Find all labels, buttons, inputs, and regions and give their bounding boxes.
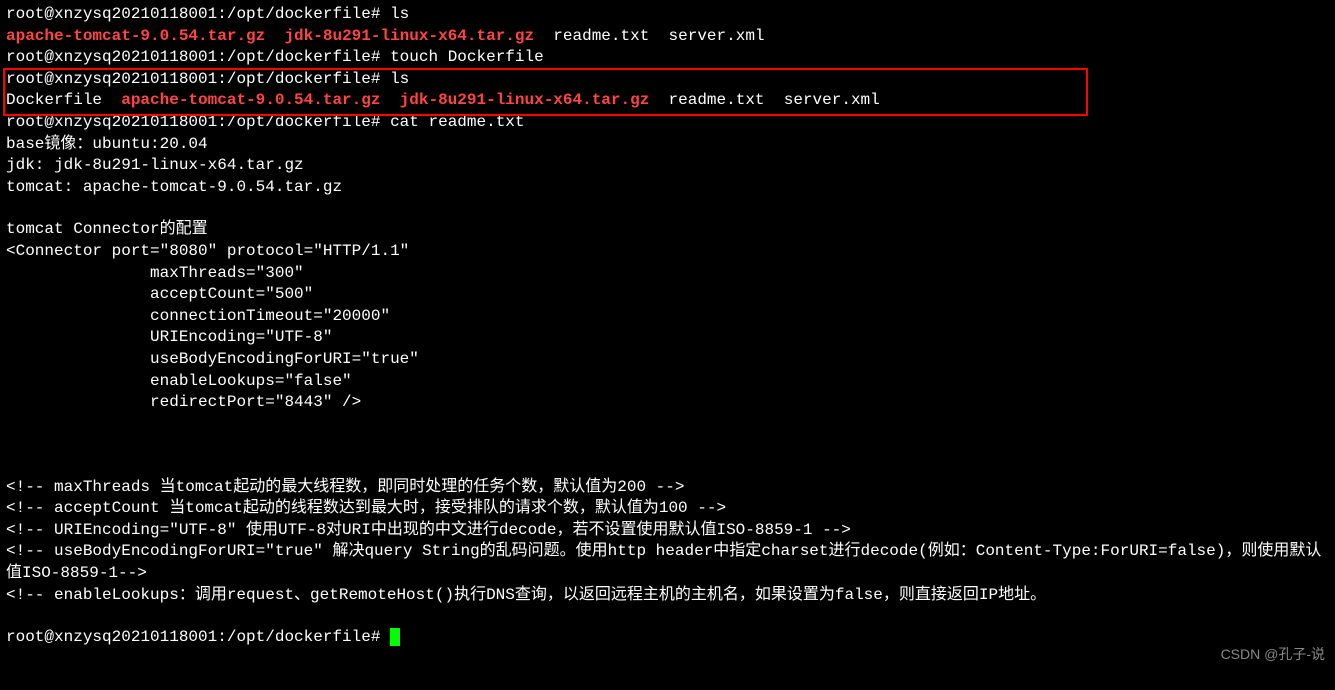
blank-line (6, 198, 1329, 219)
ls-output-2: Dockerfile apache-tomcat-9.0.54.tar.gz j… (6, 90, 1329, 112)
cursor-icon (390, 628, 400, 646)
comment-maxthreads: <!-- maxThreads 当tomcat起动的最大线程数，即同时处理的任务… (6, 477, 1329, 499)
prompt-line-current[interactable]: root@xnzysq20210118001:/opt/dockerfile# (6, 627, 1329, 649)
readme-tomcat: tomcat: apache-tomcat-9.0.54.tar.gz (6, 177, 1329, 199)
comment-bodyencoding: <!-- useBodyEncodingForURI="true" 解决quer… (6, 541, 1329, 584)
terminal-output[interactable]: root@xnzysq20210118001:/opt/dockerfile# … (6, 4, 1329, 649)
file-archive: jdk-8u291-linux-x64.tar.gz (400, 91, 650, 109)
file-archive: apache-tomcat-9.0.54.tar.gz (121, 91, 380, 109)
connector-open: <Connector port="8080" protocol="HTTP/1.… (6, 241, 1329, 263)
readme-jdk: jdk: jdk-8u291-linux-x64.tar.gz (6, 155, 1329, 177)
blank-line (6, 414, 1329, 435)
file-text: Dockerfile (6, 91, 102, 109)
file-text: server.xml (669, 27, 765, 45)
ls-output-1: apache-tomcat-9.0.54.tar.gz jdk-8u291-li… (6, 26, 1329, 48)
file-text: readme.txt (553, 27, 649, 45)
file-text: readme.txt (669, 91, 765, 109)
connector-bodyencoding: useBodyEncodingForURI="true" (6, 349, 1329, 371)
prompt-line-1: root@xnzysq20210118001:/opt/dockerfile# … (6, 4, 1329, 26)
prompt-line-3: root@xnzysq20210118001:/opt/dockerfile# … (6, 69, 1329, 91)
connector-title: tomcat Connector的配置 (6, 219, 1329, 241)
file-archive: jdk-8u291-linux-x64.tar.gz (284, 27, 534, 45)
connector-redirectport: redirectPort="8443" /> (6, 392, 1329, 414)
connector-uriencoding: URIEncoding="UTF-8" (6, 327, 1329, 349)
comment-acceptcount: <!-- acceptCount 当tomcat起动的线程数达到最大时，接受排队… (6, 498, 1329, 520)
file-text: server.xml (784, 91, 880, 109)
connector-acceptcount: acceptCount="500" (6, 284, 1329, 306)
blank-line (6, 435, 1329, 456)
watermark-text: CSDN @孔子-说 (1221, 645, 1325, 664)
file-archive: apache-tomcat-9.0.54.tar.gz (6, 27, 265, 45)
connector-maxthreads: maxThreads="300" (6, 263, 1329, 285)
readme-base: base镜像：ubuntu:20.04 (6, 134, 1329, 156)
comment-uriencoding: <!-- URIEncoding="UTF-8" 使用UTF-8对URI中出现的… (6, 520, 1329, 542)
blank-line (6, 606, 1329, 627)
blank-line (6, 456, 1329, 477)
prompt-line-2: root@xnzysq20210118001:/opt/dockerfile# … (6, 47, 1329, 69)
comment-enablelookups: <!-- enableLookups：调用request、getRemoteHo… (6, 585, 1329, 607)
connector-timeout: connectionTimeout="20000" (6, 306, 1329, 328)
prompt-line-4: root@xnzysq20210118001:/opt/dockerfile# … (6, 112, 1329, 134)
connector-enablelookups: enableLookups="false" (6, 371, 1329, 393)
